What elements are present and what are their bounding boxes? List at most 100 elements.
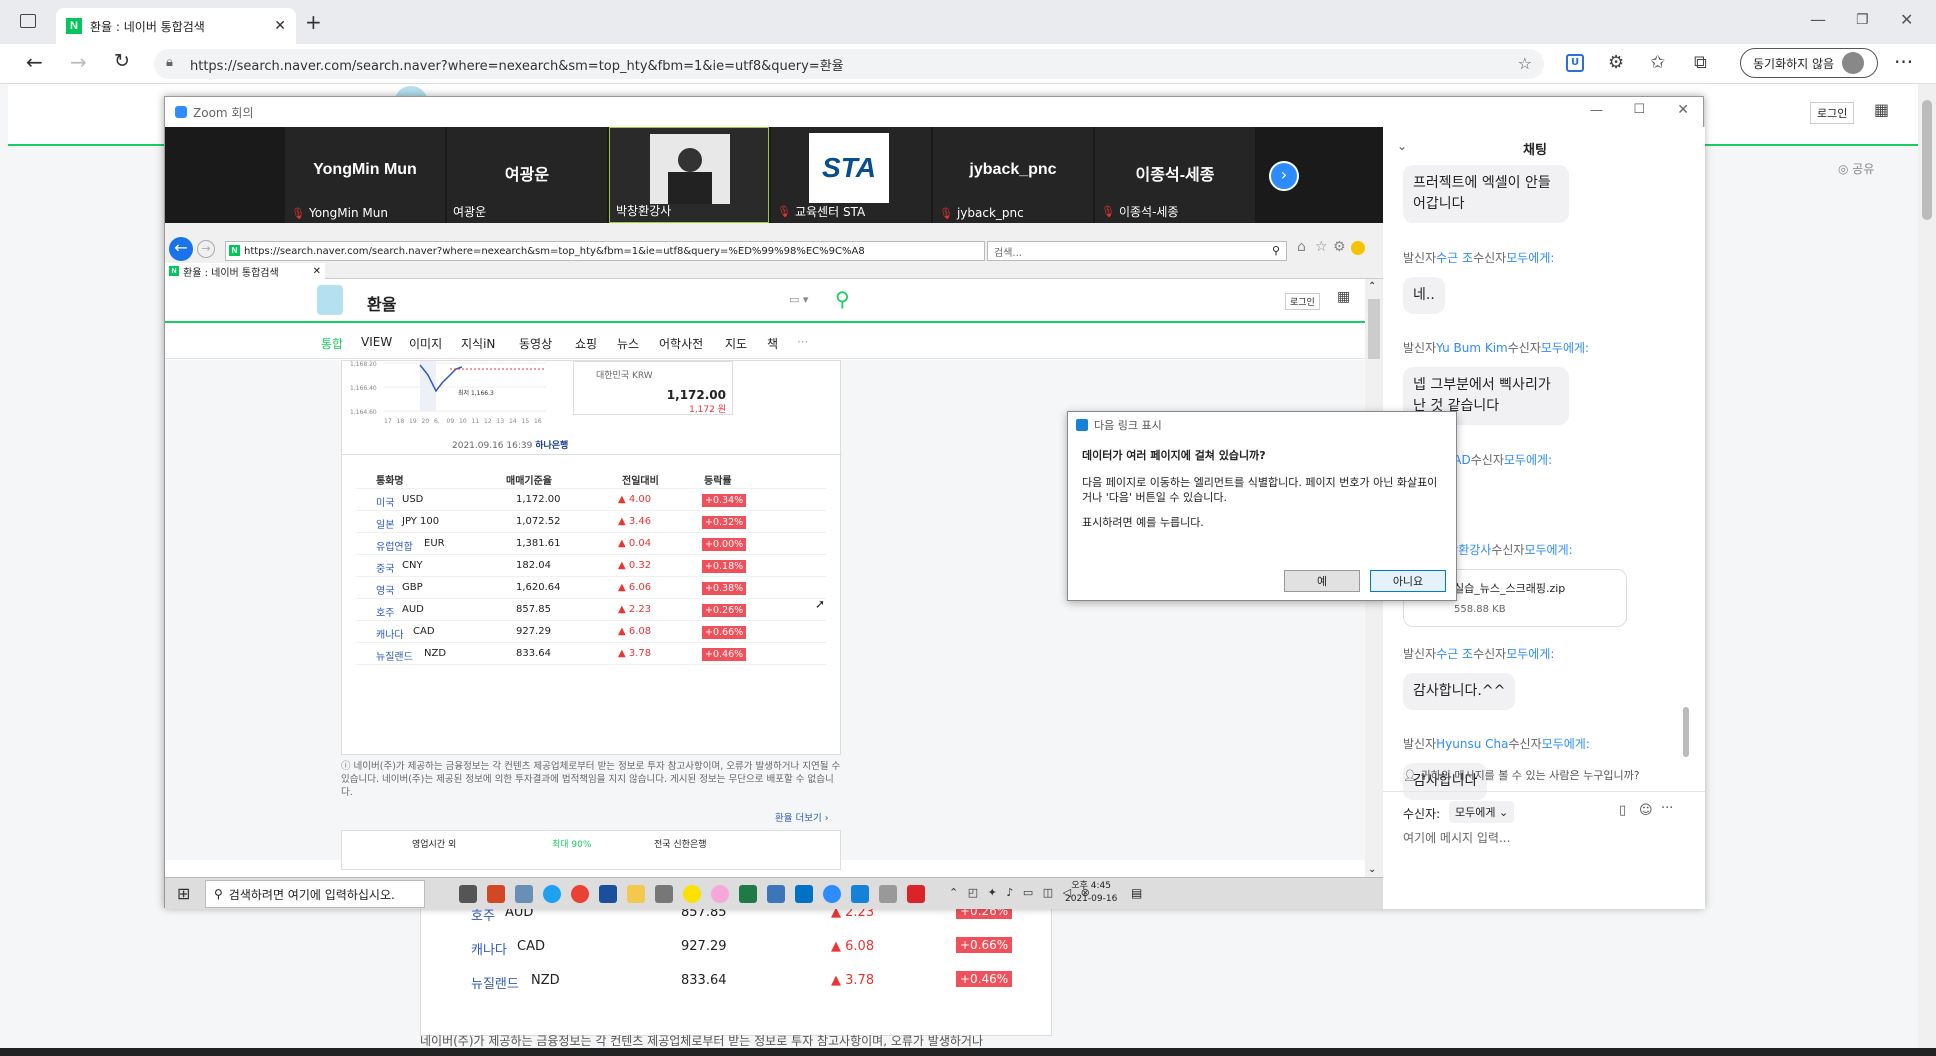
chat-input[interactable]: 여기에 메시지 입력...: [1403, 829, 1683, 853]
outlook-icon[interactable]: [795, 885, 813, 903]
file-icon[interactable]: ▯: [1619, 803, 1626, 818]
minimize-icon[interactable]: —: [1810, 10, 1826, 29]
chat-more-icon[interactable]: ···: [1661, 801, 1673, 816]
python-icon[interactable]: [767, 885, 785, 903]
ie-search-box[interactable]: 검색... ⚲: [987, 241, 1287, 261]
nav-tab-shopping[interactable]: 쇼핑: [575, 335, 597, 352]
browser-tab[interactable]: N 환율 : 네이버 통합검색 ✕: [56, 8, 296, 44]
extension-icon[interactable]: U: [1566, 54, 1584, 72]
no-button[interactable]: 아니요: [1370, 570, 1446, 592]
puzzle-icon[interactable]: ⚙: [1608, 52, 1624, 73]
scroll-down-icon[interactable]: ⌄: [1368, 864, 1376, 875]
sender-name[interactable]: Hyunsu Cha: [1436, 737, 1508, 751]
excel-icon[interactable]: [739, 885, 757, 903]
favorites-icon[interactable]: ✩: [1650, 52, 1665, 73]
sender-name[interactable]: 수근 조: [1436, 251, 1473, 265]
search-query[interactable]: 환율: [367, 291, 396, 315]
share-button[interactable]: ◎ 공유: [1838, 160, 1874, 177]
participant-tile[interactable]: 이종석-세종 🎙︎ 이종석-세종: [1095, 127, 1255, 223]
acrobat-icon[interactable]: [907, 885, 925, 903]
recipient-dropdown[interactable]: 모두에게 ⌄: [1449, 801, 1515, 823]
login-button[interactable]: 로그인: [1810, 102, 1855, 124]
powerpoint-icon[interactable]: [487, 885, 505, 903]
currency-name[interactable]: 뉴질랜드: [376, 648, 413, 663]
ie-tab-close-icon[interactable]: ✕: [313, 266, 321, 277]
currency-name[interactable]: 유럽연합: [376, 538, 413, 553]
collections-icon[interactable]: ⧉: [1694, 52, 1707, 73]
ie-tab[interactable]: N 환율 : 네이버 통합검색 ✕: [165, 263, 325, 279]
nav-tab-kin[interactable]: 지식iN: [461, 335, 495, 352]
app-icon[interactable]: [515, 885, 533, 903]
taskbar-clock[interactable]: 오후 4:45 2021-09-16: [1065, 880, 1117, 906]
participant-tile[interactable]: STA 🎙︎ 교육센터 STA: [771, 127, 931, 223]
currency-name[interactable]: 미국: [376, 494, 394, 509]
currency-name[interactable]: 캐나다: [471, 939, 507, 958]
nav-tab-dictionary[interactable]: 어학사전: [659, 335, 703, 352]
app-icon[interactable]: [599, 885, 617, 903]
zoom-maximize-icon[interactable]: ☐: [1633, 102, 1645, 117]
zoom-app-icon[interactable]: [823, 885, 841, 903]
app-icon[interactable]: [655, 885, 673, 903]
scroll-thumb[interactable]: [1368, 299, 1380, 359]
zoom-minimize-icon[interactable]: —: [1590, 103, 1603, 118]
sync-button[interactable]: 동기화하지 않음: [1740, 48, 1878, 78]
participant-tile[interactable]: jyback_pnc 🎙︎ jyback_pnc: [933, 127, 1093, 223]
ie-favorites-icon[interactable]: ☆: [1315, 239, 1328, 255]
scraper-app-icon[interactable]: [851, 885, 869, 903]
search-icon[interactable]: ⚲: [1272, 244, 1280, 257]
back-icon[interactable]: ←: [26, 50, 43, 74]
participant-tile[interactable]: 여광운 여광운: [447, 127, 607, 223]
refresh-icon[interactable]: ↻: [114, 50, 130, 72]
ie-address-bar[interactable]: N https://search.naver.com/search.naver?…: [225, 241, 985, 261]
chat-collapse-icon[interactable]: ⌄: [1397, 139, 1407, 153]
scroll-up-icon[interactable]: ⌃: [1368, 281, 1376, 292]
ie-home-icon[interactable]: ⌂: [1297, 239, 1306, 255]
close-tab-icon[interactable]: ✕: [274, 18, 286, 34]
nav-tab-view[interactable]: VIEW: [361, 335, 392, 349]
emoji-icon[interactable]: ☺: [1639, 803, 1653, 818]
tab-actions-icon[interactable]: [20, 14, 36, 28]
apps-grid-icon[interactable]: ▦: [1874, 100, 1889, 119]
ie-icon[interactable]: [543, 885, 561, 903]
chat-scroll-thumb[interactable]: [1683, 707, 1689, 757]
nav-tab-video[interactable]: 동영상: [519, 335, 552, 352]
scroll-thumb[interactable]: [1922, 100, 1932, 220]
participant-tile[interactable]: YongMin Mun 🎙︎ YongMin Mun: [285, 127, 445, 223]
ie-settings-icon[interactable]: ⚙: [1333, 239, 1346, 255]
who-can-see-link[interactable]: 👤︎ 귀하의 메시지를 볼 수 있는 사람은 누구입니까?: [1403, 767, 1640, 783]
search-icon[interactable]: ⚲: [835, 287, 850, 311]
next-participants-icon[interactable]: ›: [1269, 161, 1299, 191]
nav-tab-all[interactable]: 통합: [321, 335, 343, 352]
ie-back-icon[interactable]: ←: [169, 237, 193, 261]
nav-more-icon[interactable]: ···: [797, 335, 808, 349]
nav-tab-image[interactable]: 이미지: [409, 335, 442, 352]
taskview-icon[interactable]: [459, 885, 477, 903]
app-icon[interactable]: [711, 885, 729, 903]
restore-icon[interactable]: ❐: [1856, 12, 1869, 28]
windows-start-icon[interactable]: ⊞: [177, 884, 190, 903]
new-tab-icon[interactable]: +: [305, 10, 322, 34]
login-button[interactable]: 로그인: [1285, 293, 1320, 310]
yes-button[interactable]: 예: [1284, 570, 1360, 592]
page-scrollbar[interactable]: [1918, 84, 1936, 1048]
apps-grid-icon[interactable]: ▦: [1337, 289, 1350, 305]
more-rates-link[interactable]: 환율 더보기 ›: [775, 810, 829, 824]
folder-icon[interactable]: [627, 885, 645, 903]
currency-name[interactable]: 캐나다: [376, 626, 404, 641]
currency-name[interactable]: 영국: [376, 582, 394, 597]
sender-name[interactable]: Yu Bum Kim: [1436, 341, 1508, 355]
taskbar-search[interactable]: ⚲ 검색하려면 여기에 입력하십시오.: [205, 880, 425, 908]
chrome-icon[interactable]: [571, 885, 589, 903]
more-menu-icon[interactable]: ···: [1894, 50, 1913, 74]
favorite-add-icon[interactable]: ☆: [1518, 54, 1532, 73]
currency-name[interactable]: 중국: [376, 560, 394, 575]
address-bar[interactable]: 🔒︎ https://search.naver.com/search.naver…: [154, 49, 1544, 79]
nav-tab-map[interactable]: 지도: [725, 335, 747, 352]
forward-icon[interactable]: →: [70, 50, 87, 74]
currency-name[interactable]: 일본: [376, 516, 394, 531]
currency-name[interactable]: 호주: [376, 604, 394, 619]
app-icon[interactable]: [879, 885, 897, 903]
kakaotalk-icon[interactable]: [683, 885, 701, 903]
ie-forward-icon[interactable]: →: [197, 240, 215, 258]
participant-tile-active[interactable]: 박창환강사: [609, 127, 769, 223]
